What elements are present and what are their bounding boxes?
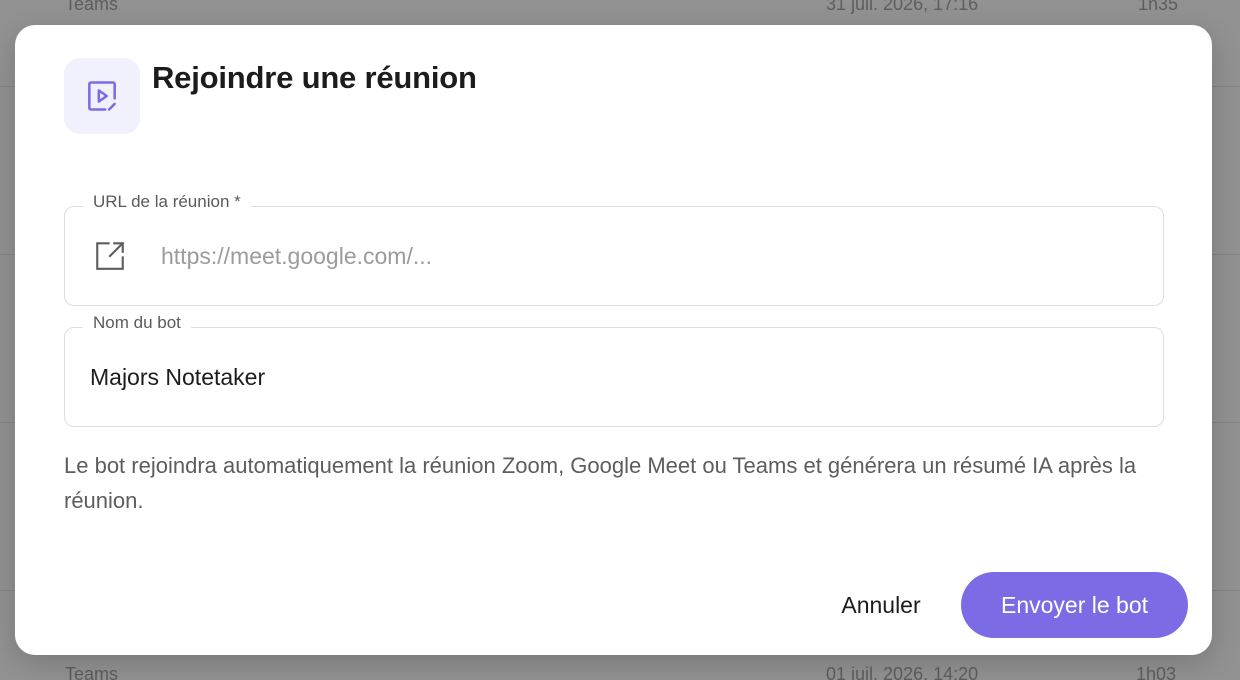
table-cell-platform: Teams [65,0,119,14]
title-icon-container [64,58,140,134]
bot-name-label: Nom du bot [83,313,191,333]
cancel-button[interactable]: Annuler [815,575,947,635]
meeting-url-field: URL de la réunion * [64,192,1164,306]
meeting-url-input[interactable] [161,236,1141,276]
bot-name-input[interactable] [90,357,1140,397]
join-meeting-dialog: Rejoindre une réunion URL de la réunion … [15,25,1212,655]
help-text: Le bot rejoindra automatiquement la réun… [64,453,1137,513]
meeting-url-label: URL de la réunion * [83,192,251,212]
table-cell-duration: 1h35 [1138,0,1179,14]
dialog-title: Rejoindre une réunion [152,60,477,95]
external-link-icon [96,241,125,270]
table-cell-date: 31 juil. 2026, 17:16 [826,0,979,14]
table-cell-duration: 1h03 [1136,664,1177,680]
table-cell-platform: Teams [65,664,119,680]
send-bot-button[interactable]: Envoyer le bot [961,572,1188,638]
bot-name-field: Nom du bot [64,313,1164,427]
table-cell-date: 01 juil. 2026, 14:20 [826,664,979,680]
video-play-icon [88,81,116,111]
